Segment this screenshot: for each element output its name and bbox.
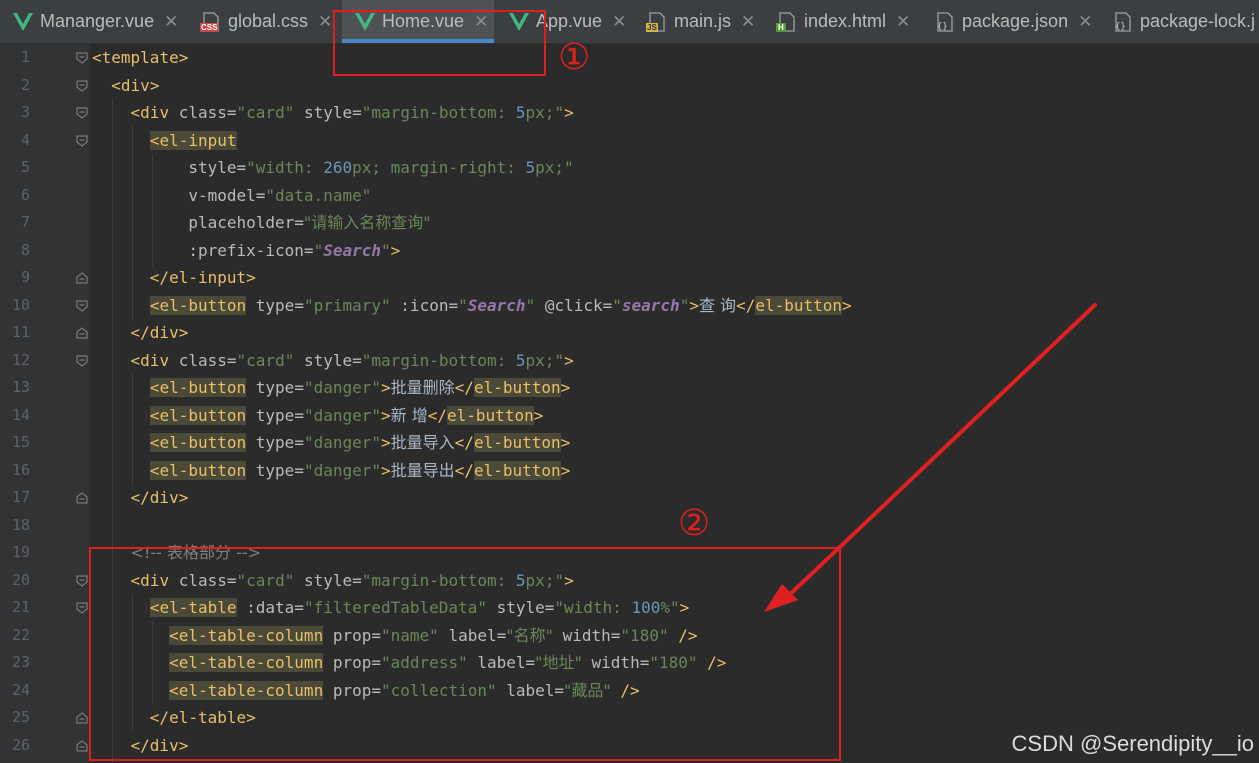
annotation-arrow [764, 303, 1097, 612]
watermark: CSDN @Serendipity__io [1011, 731, 1254, 756]
